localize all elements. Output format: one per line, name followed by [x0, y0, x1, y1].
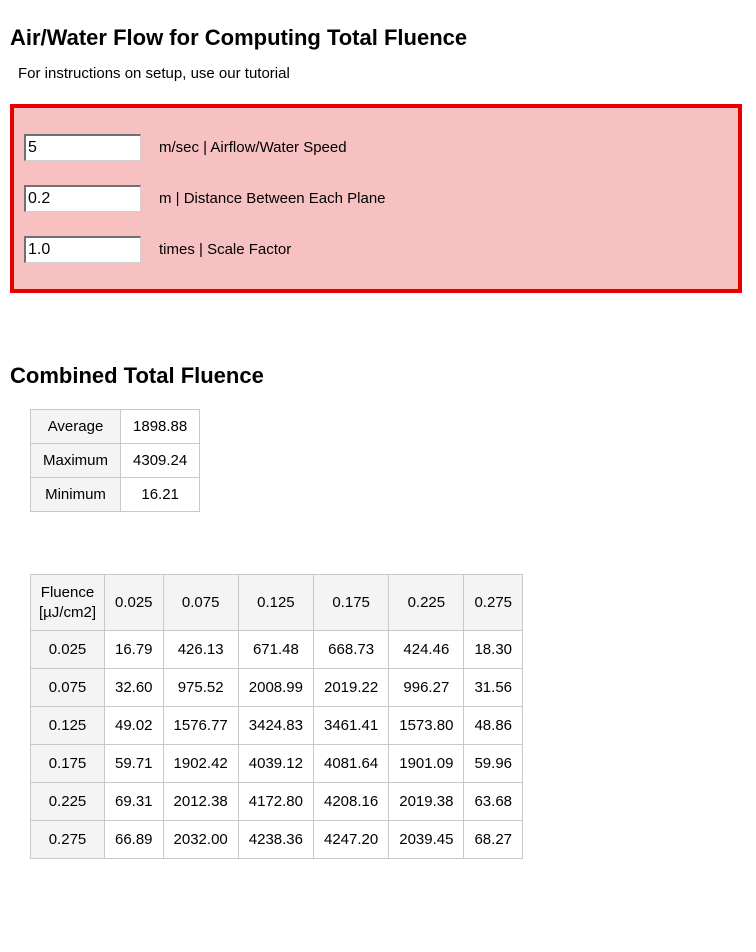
section-title: Combined Total Fluence — [10, 363, 746, 389]
data-cell: 4247.20 — [314, 821, 389, 859]
summary-label: Average — [31, 410, 121, 444]
page-title: Air/Water Flow for Computing Total Fluen… — [10, 25, 746, 51]
corner-l2: [µJ/cm2] — [39, 604, 96, 621]
data-cell: 1901.09 — [389, 745, 464, 783]
col-header: 0.125 — [238, 575, 313, 631]
data-cell: 4039.12 — [238, 745, 313, 783]
table-row: 0.12549.021576.773424.833461.411573.8048… — [31, 707, 523, 745]
speed-label: m/sec | Airflow/Water Speed — [159, 139, 347, 156]
data-cell: 975.52 — [163, 669, 238, 707]
distance-label: m | Distance Between Each Plane — [159, 190, 386, 207]
data-cell: 1573.80 — [389, 707, 464, 745]
row-header: 0.275 — [31, 821, 105, 859]
table-row: Minimum16.21 — [31, 478, 200, 512]
summary-table: Average1898.88Maximum4309.24Minimum16.21 — [30, 409, 200, 512]
data-cell: 671.48 — [238, 631, 313, 669]
data-cell: 18.30 — [464, 631, 523, 669]
summary-value: 1898.88 — [121, 410, 200, 444]
data-cell: 4238.36 — [238, 821, 313, 859]
data-cell: 2039.45 — [389, 821, 464, 859]
data-cell: 4081.64 — [314, 745, 389, 783]
data-cell: 668.73 — [314, 631, 389, 669]
summary-value: 16.21 — [121, 478, 200, 512]
inputs-panel: m/sec | Airflow/Water Speed m | Distance… — [10, 104, 742, 293]
instruction-text: For instructions on setup, use our tutor… — [18, 65, 746, 82]
col-header: 0.275 — [464, 575, 523, 631]
data-cell: 49.02 — [104, 707, 163, 745]
table-row: Average1898.88 — [31, 410, 200, 444]
table-row: 0.07532.60975.522008.992019.22996.2731.5… — [31, 669, 523, 707]
data-cell: 2019.22 — [314, 669, 389, 707]
col-header: 0.025 — [104, 575, 163, 631]
data-cell: 16.79 — [104, 631, 163, 669]
data-cell: 32.60 — [104, 669, 163, 707]
scale-label: times | Scale Factor — [159, 241, 291, 258]
data-cell: 4208.16 — [314, 783, 389, 821]
data-cell: 68.27 — [464, 821, 523, 859]
data-cell: 48.86 — [464, 707, 523, 745]
data-cell: 63.68 — [464, 783, 523, 821]
summary-label: Maximum — [31, 444, 121, 478]
row-header: 0.075 — [31, 669, 105, 707]
row-header: 0.025 — [31, 631, 105, 669]
row-header: 0.175 — [31, 745, 105, 783]
col-header: 0.175 — [314, 575, 389, 631]
table-row: 0.02516.79426.13671.48668.73424.4618.30 — [31, 631, 523, 669]
fluence-table: Fluence[µJ/cm2]0.0250.0750.1250.1750.225… — [30, 574, 523, 859]
data-cell: 1902.42 — [163, 745, 238, 783]
data-cell: 424.46 — [389, 631, 464, 669]
table-row: Maximum4309.24 — [31, 444, 200, 478]
data-cell: 69.31 — [104, 783, 163, 821]
summary-value: 4309.24 — [121, 444, 200, 478]
col-header: 0.075 — [163, 575, 238, 631]
scale-input[interactable] — [24, 236, 141, 263]
speed-row: m/sec | Airflow/Water Speed — [24, 134, 728, 161]
distance-row: m | Distance Between Each Plane — [24, 185, 728, 212]
scale-row: times | Scale Factor — [24, 236, 728, 263]
data-cell: 996.27 — [389, 669, 464, 707]
data-cell: 3424.83 — [238, 707, 313, 745]
data-cell: 4172.80 — [238, 783, 313, 821]
data-cell: 66.89 — [104, 821, 163, 859]
data-cell: 2032.00 — [163, 821, 238, 859]
data-cell: 1576.77 — [163, 707, 238, 745]
summary-table-wrap: Average1898.88Maximum4309.24Minimum16.21 — [30, 409, 746, 512]
row-header: 0.225 — [31, 783, 105, 821]
distance-input[interactable] — [24, 185, 141, 212]
speed-input[interactable] — [24, 134, 141, 161]
data-cell: 426.13 — [163, 631, 238, 669]
table-row: 0.22569.312012.384172.804208.162019.3863… — [31, 783, 523, 821]
row-header: 0.125 — [31, 707, 105, 745]
table-row: 0.17559.711902.424039.124081.641901.0959… — [31, 745, 523, 783]
corner-l1: Fluence — [41, 584, 94, 601]
data-cell: 2012.38 — [163, 783, 238, 821]
data-cell: 3461.41 — [314, 707, 389, 745]
corner-header: Fluence [µJ/cm2] — [31, 575, 105, 631]
table-row: 0.27566.892032.004238.364247.202039.4568… — [31, 821, 523, 859]
data-table-wrap: Fluence[µJ/cm2]0.0250.0750.1250.1750.225… — [30, 574, 746, 859]
data-cell: 59.71 — [104, 745, 163, 783]
data-cell: 2008.99 — [238, 669, 313, 707]
data-cell: 59.96 — [464, 745, 523, 783]
col-header: 0.225 — [389, 575, 464, 631]
summary-label: Minimum — [31, 478, 121, 512]
data-cell: 31.56 — [464, 669, 523, 707]
data-cell: 2019.38 — [389, 783, 464, 821]
